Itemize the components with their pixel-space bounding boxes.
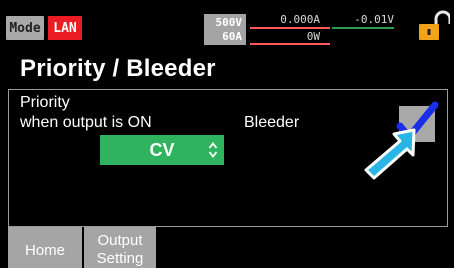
priority-label-line2: when output is ON xyxy=(20,114,152,131)
priority-label: Priority when output is ON xyxy=(20,93,152,133)
voltage-reading: -0.01V xyxy=(354,13,394,26)
lock-button[interactable] xyxy=(416,10,452,46)
pointer-arrow-icon xyxy=(364,128,416,180)
current-rating: 60A xyxy=(222,29,242,43)
power-reading: 0W xyxy=(306,30,320,43)
power-underline xyxy=(250,43,330,45)
priority-label-line1: Priority xyxy=(20,94,70,111)
priority-select[interactable]: CV xyxy=(100,135,224,165)
up-down-chevron-icon xyxy=(208,142,218,158)
instrument-screen: Mode LAN 500V 60A 0.000A -0.01V 0W Prior… xyxy=(0,0,454,268)
tab-output-setting[interactable]: Output Setting xyxy=(84,227,156,268)
tab-home[interactable]: Home xyxy=(8,227,82,268)
tab-home-label: Home xyxy=(24,242,65,259)
voltage-rating: 500V xyxy=(215,15,243,29)
bleeder-label: Bleeder xyxy=(244,114,300,131)
current-reading: 0.000A xyxy=(280,13,320,26)
mode-badge: Mode xyxy=(6,16,44,40)
unlock-icon xyxy=(419,10,452,40)
current-underline xyxy=(250,27,330,29)
priority-select-value: CV xyxy=(149,139,175,160)
voltage-underline xyxy=(332,27,394,29)
lan-badge: LAN xyxy=(48,16,82,40)
status-bar: Mode LAN 500V 60A 0.000A -0.01V 0W xyxy=(0,0,454,50)
page-title: Priority / Bleeder xyxy=(20,55,216,82)
rating-box: 500V 60A xyxy=(204,14,246,45)
tab-output-setting-label: Output Setting xyxy=(96,231,144,267)
